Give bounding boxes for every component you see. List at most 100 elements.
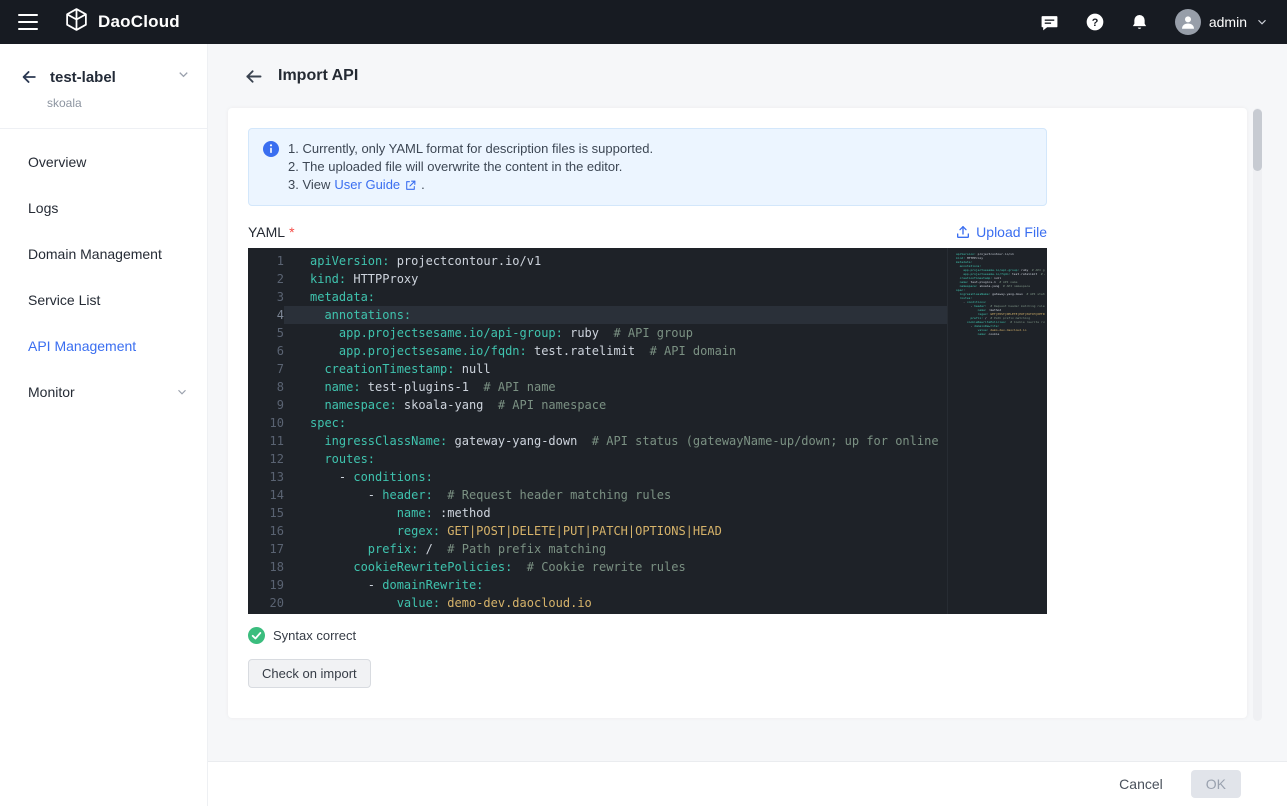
svg-text:?: ? [1092, 17, 1099, 29]
code-line: 14 - header: # Request header matching r… [248, 486, 1047, 504]
code-line: 5 app.projectsesame.io/api-group: ruby #… [248, 324, 1047, 342]
user-guide-link[interactable]: User Guide [334, 176, 400, 194]
code-text: spec: [284, 414, 1047, 432]
notification-bell-icon[interactable] [1130, 12, 1150, 32]
sidebar-item-label: Overview [28, 154, 86, 170]
scrollbar-thumb[interactable] [1253, 109, 1262, 171]
sidebar-item-label: Logs [28, 200, 58, 216]
alert-line-1: 1. Currently, only YAML format for descr… [288, 140, 653, 158]
code-line: 4 annotations: [248, 306, 1047, 324]
line-number: 4 [248, 306, 284, 324]
code-line: 18 cookieRewritePolicies: # Cookie rewri… [248, 558, 1047, 576]
code-line: 11 ingressClassName: gateway-yang-down #… [248, 432, 1047, 450]
code-text: kind: HTTPProxy [284, 270, 1047, 288]
brand-logo[interactable]: DaoCloud [64, 7, 180, 37]
sidebar-item-api-management[interactable]: API Management [0, 323, 207, 369]
line-number: 20 [248, 594, 284, 612]
line-number: 14 [248, 486, 284, 504]
code-line: 20 value: demo-dev.daocloud.io [248, 594, 1047, 612]
code-text: annotations: [284, 306, 1047, 324]
sidebar-item-monitor[interactable]: Monitor [0, 369, 207, 415]
code-line: 2kind: HTTPProxy [248, 270, 1047, 288]
sidebar-item-logs[interactable]: Logs [0, 185, 207, 231]
user-menu[interactable]: admin [1175, 9, 1269, 35]
line-number: 18 [248, 558, 284, 576]
editor-minimap[interactable]: apiVersion: projectcontour.io/v1kind: HT… [947, 248, 1047, 614]
code-line: 1apiVersion: projectcontour.io/v1 [248, 252, 1047, 270]
daocloud-cube-icon [64, 7, 89, 37]
code-line: 19 - domainRewrite: [248, 576, 1047, 594]
sidebar-item-service-list[interactable]: Service List [0, 277, 207, 323]
chevron-down-icon [175, 385, 189, 399]
project-namespace: skoala [47, 96, 207, 110]
yaml-field-label: YAML [248, 224, 285, 240]
chevron-down-icon [1255, 15, 1269, 29]
check-on-import-button[interactable]: Check on import [248, 659, 371, 688]
code-text: apiVersion: projectcontour.io/v1 [284, 252, 1047, 270]
line-number: 9 [248, 396, 284, 414]
line-number: 16 [248, 522, 284, 540]
hamburger-menu-icon[interactable] [18, 14, 38, 30]
sidebar-item-domain-management[interactable]: Domain Management [0, 231, 207, 277]
code-line: 10spec: [248, 414, 1047, 432]
code-line: 15 name: :method [248, 504, 1047, 522]
alert-line-2: 2. The uploaded file will overwrite the … [288, 158, 653, 176]
import-card: 1. Currently, only YAML format for descr… [228, 108, 1247, 718]
line-number: 21 [248, 612, 284, 614]
code-text: cookieRewritePolicies: # Cookie rewrite … [284, 558, 1047, 576]
alert-text: 1. Currently, only YAML format for descr… [288, 140, 653, 194]
brand-name: DaoCloud [98, 12, 180, 32]
line-number: 12 [248, 450, 284, 468]
code-text: app.projectsesame.io/api-group: ruby # A… [284, 324, 1047, 342]
code-line: 9 namespace: skoala-yang # API namespace [248, 396, 1047, 414]
line-number: 7 [248, 360, 284, 378]
line-number: 5 [248, 324, 284, 342]
yaml-editor[interactable]: 1apiVersion: projectcontour.io/v12kind: … [248, 248, 1047, 614]
required-asterisk: * [289, 224, 294, 240]
code-line: 6 app.projectsesame.io/fqdn: test.rateli… [248, 342, 1047, 360]
app-window: DaoCloud ? admin [0, 0, 1287, 806]
code-text: creationTimestamp: null [284, 360, 1047, 378]
ok-button[interactable]: OK [1191, 770, 1241, 798]
help-icon[interactable]: ? [1085, 12, 1105, 32]
code-text: namespace: skoala-yang # API namespace [284, 396, 1047, 414]
message-icon[interactable] [1040, 12, 1060, 32]
project-name: test-label [50, 69, 116, 86]
line-number: 2 [248, 270, 284, 288]
project-selector[interactable] [176, 67, 191, 87]
top-bar: DaoCloud ? admin [0, 0, 1287, 44]
sidebar-item-label: Service List [28, 292, 100, 308]
code-line: 13 - conditions: [248, 468, 1047, 486]
line-number: 3 [248, 288, 284, 306]
code-text: prefix: / # Path prefix matching [284, 540, 1047, 558]
code-text: name: cookie [284, 612, 1047, 614]
line-number: 15 [248, 504, 284, 522]
external-link-icon[interactable] [404, 179, 417, 192]
code-text: name: :method [284, 504, 1047, 522]
sidebar-back-button[interactable] [18, 66, 40, 88]
alert-line-3: 3. View User Guide . [288, 176, 653, 194]
sidebar-nav: Overview Logs Domain Management Service Lis… [0, 129, 207, 415]
sidebar-item-overview[interactable]: Overview [0, 139, 207, 185]
code-text: name: test-plugins-1 # API name [284, 378, 1047, 396]
syntax-status-text: Syntax correct [273, 628, 356, 643]
code-text: ingressClassName: gateway-yang-down # AP… [284, 432, 1047, 450]
upload-file-button[interactable]: Upload File [955, 224, 1047, 240]
line-number: 11 [248, 432, 284, 450]
syntax-status: Syntax correct [248, 627, 1047, 644]
code-line: 16 regex: GET|POST|DELETE|PUT|PATCH|OPTI… [248, 522, 1047, 540]
main-area: Import API 1. Currently, only YAML forma… [208, 44, 1287, 806]
code-text: - header: # Request header matching rule… [284, 486, 1047, 504]
code-text: app.projectsesame.io/fqdn: test.ratelimi… [284, 342, 1047, 360]
avatar [1175, 9, 1201, 35]
line-number: 10 [248, 414, 284, 432]
vertical-scrollbar[interactable] [1253, 108, 1262, 721]
line-number: 19 [248, 576, 284, 594]
page-title: Import API [278, 67, 358, 85]
cancel-button[interactable]: Cancel [1119, 776, 1163, 792]
code-line: 7 creationTimestamp: null [248, 360, 1047, 378]
page-back-button[interactable] [242, 65, 264, 87]
line-number: 6 [248, 342, 284, 360]
code-line: 12 routes: [248, 450, 1047, 468]
code-line: 21 name: cookie [248, 612, 1047, 614]
